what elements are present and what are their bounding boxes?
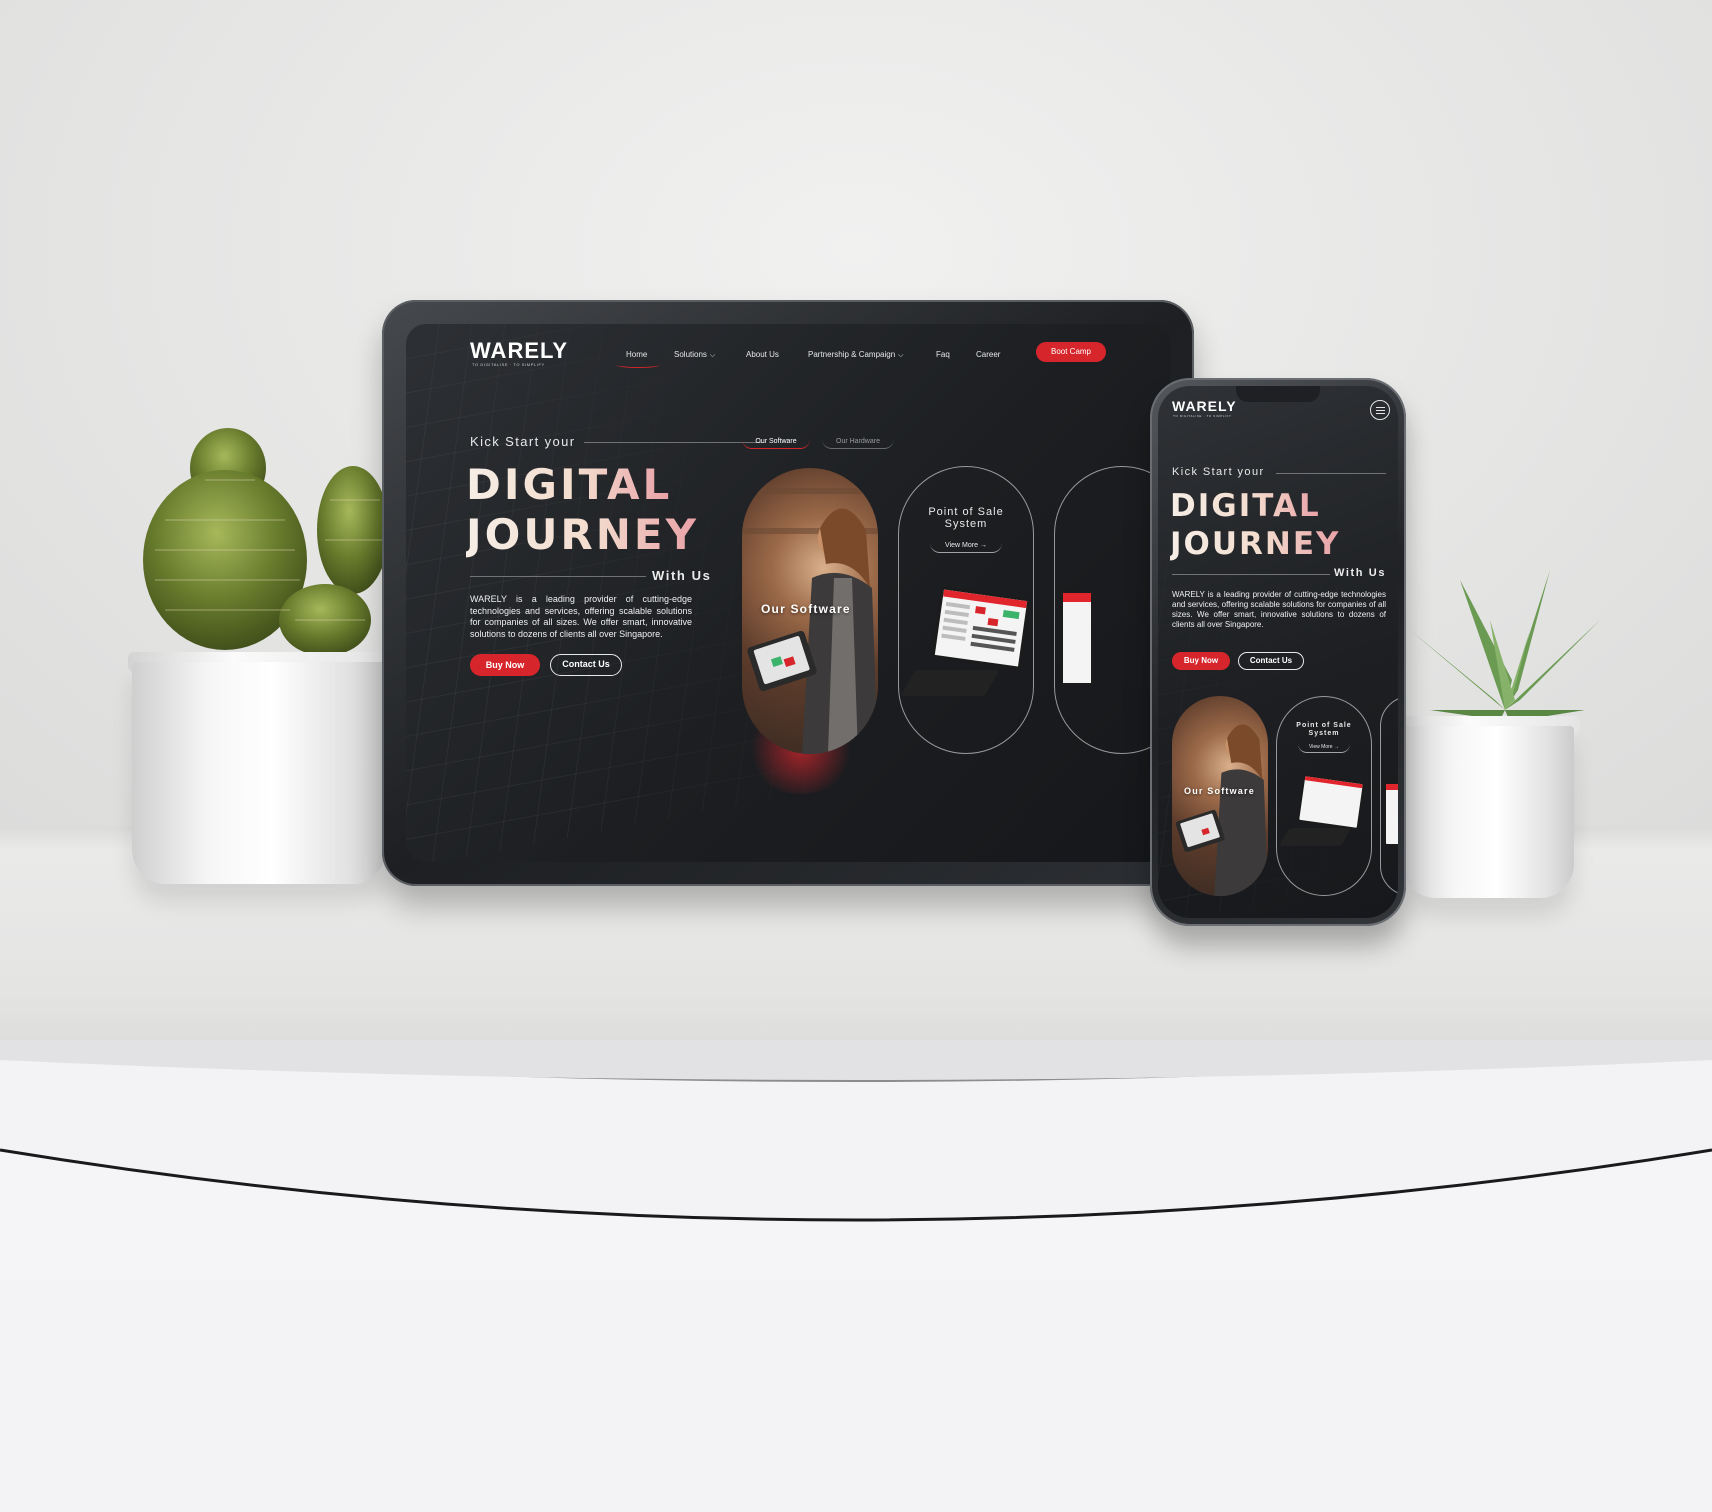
nav-active-indicator [616, 362, 660, 368]
nav-item-solutions[interactable]: Solutions ⌵ [674, 350, 715, 360]
phone-notch [1236, 386, 1320, 402]
nav-item-faq[interactable]: Faq [936, 350, 950, 359]
nav-item-home[interactable]: Home [626, 350, 647, 359]
view-more-link[interactable]: View More → [1298, 744, 1350, 753]
software-card[interactable] [1172, 696, 1268, 896]
nav-item-career[interactable]: Career [976, 350, 1000, 359]
software-card-label: Our Software [1184, 786, 1255, 796]
brand-tagline: TO DIGITALISE · TO SIMPLIFY [1173, 414, 1232, 418]
contact-us-button[interactable]: Contact Us [1238, 652, 1304, 670]
pos-card-title: Point of Sale System [1296, 722, 1352, 737]
pos-screen [1296, 773, 1366, 831]
arrow-right-icon: → [1333, 744, 1339, 750]
pot-left [132, 662, 386, 884]
tab-our-hardware[interactable]: Our Hardware [822, 438, 894, 449]
phone-screen: WARELY TO DIGITALISE · TO SIMPLIFY Kick … [1158, 386, 1398, 918]
boot-camp-button[interactable]: Boot Camp [1036, 342, 1106, 362]
hero-with-us: With Us [1334, 567, 1387, 579]
phone-device: WARELY TO DIGITALISE · TO SIMPLIFY Kick … [1150, 378, 1406, 926]
hero-description: WARELY is a leading provider of cutting-… [1172, 590, 1386, 629]
pos-keyboard-base [900, 670, 1000, 696]
pot-right [1402, 726, 1574, 898]
hero-kicker: Kick Start your [470, 434, 576, 449]
kicker-divider [1276, 473, 1386, 474]
nav-item-partnership[interactable]: Partnership & Campaign ⌵ [808, 350, 903, 360]
hardware-card-preview [1060, 590, 1094, 686]
buy-now-button[interactable]: Buy Now [470, 654, 540, 676]
barista-photo-illustration [1175, 724, 1268, 896]
arrow-right-icon: → [979, 542, 987, 549]
kicker-divider [584, 442, 764, 443]
withus-divider [470, 576, 646, 577]
hero-headline-journey: JOURNEY [1170, 526, 1341, 562]
hamburger-menu-icon[interactable] [1370, 400, 1390, 420]
hero-kicker: Kick Start your [1172, 466, 1265, 478]
platform-edge [0, 1040, 1712, 1280]
withus-divider [1172, 574, 1330, 575]
hero-description: WARELY is a leading provider of cutting-… [470, 594, 692, 639]
top-navigation: WARELY TO DIGITALISE · TO SIMPLIFY Home … [406, 324, 1170, 386]
nav-item-about-us[interactable]: About Us [746, 350, 779, 359]
pos-card-title: Point of Sale System [928, 506, 1004, 530]
hero-headline-digital: DIGITAL [466, 460, 673, 509]
tab-our-software[interactable]: Our Software [742, 438, 810, 449]
buy-now-button[interactable]: Buy Now [1172, 652, 1230, 670]
brand-logo[interactable]: WARELY [1172, 398, 1237, 414]
brand-logo[interactable]: WARELY [470, 338, 568, 364]
hardware-card-preview [1384, 782, 1398, 846]
view-more-link[interactable]: View More → [930, 542, 1002, 553]
contact-us-button[interactable]: Contact Us [550, 654, 622, 676]
pos-screen [931, 586, 1031, 670]
tablet-device: WARELY TO DIGITALISE · TO SIMPLIFY Home … [382, 300, 1194, 886]
chevron-down-icon: ⌵ [709, 352, 716, 359]
brand-tagline: TO DIGITALISE · TO SIMPLIFY [472, 362, 545, 367]
tablet-screen: WARELY TO DIGITALISE · TO SIMPLIFY Home … [406, 324, 1170, 862]
software-card-label: Our Software [761, 602, 851, 616]
hero-headline-journey: JOURNEY [466, 510, 700, 559]
hero-headline-digital: DIGITAL [1170, 488, 1321, 524]
hero-with-us: With Us [652, 568, 712, 583]
chevron-down-icon: ⌵ [898, 352, 904, 359]
pos-keyboard-base [1278, 828, 1352, 846]
